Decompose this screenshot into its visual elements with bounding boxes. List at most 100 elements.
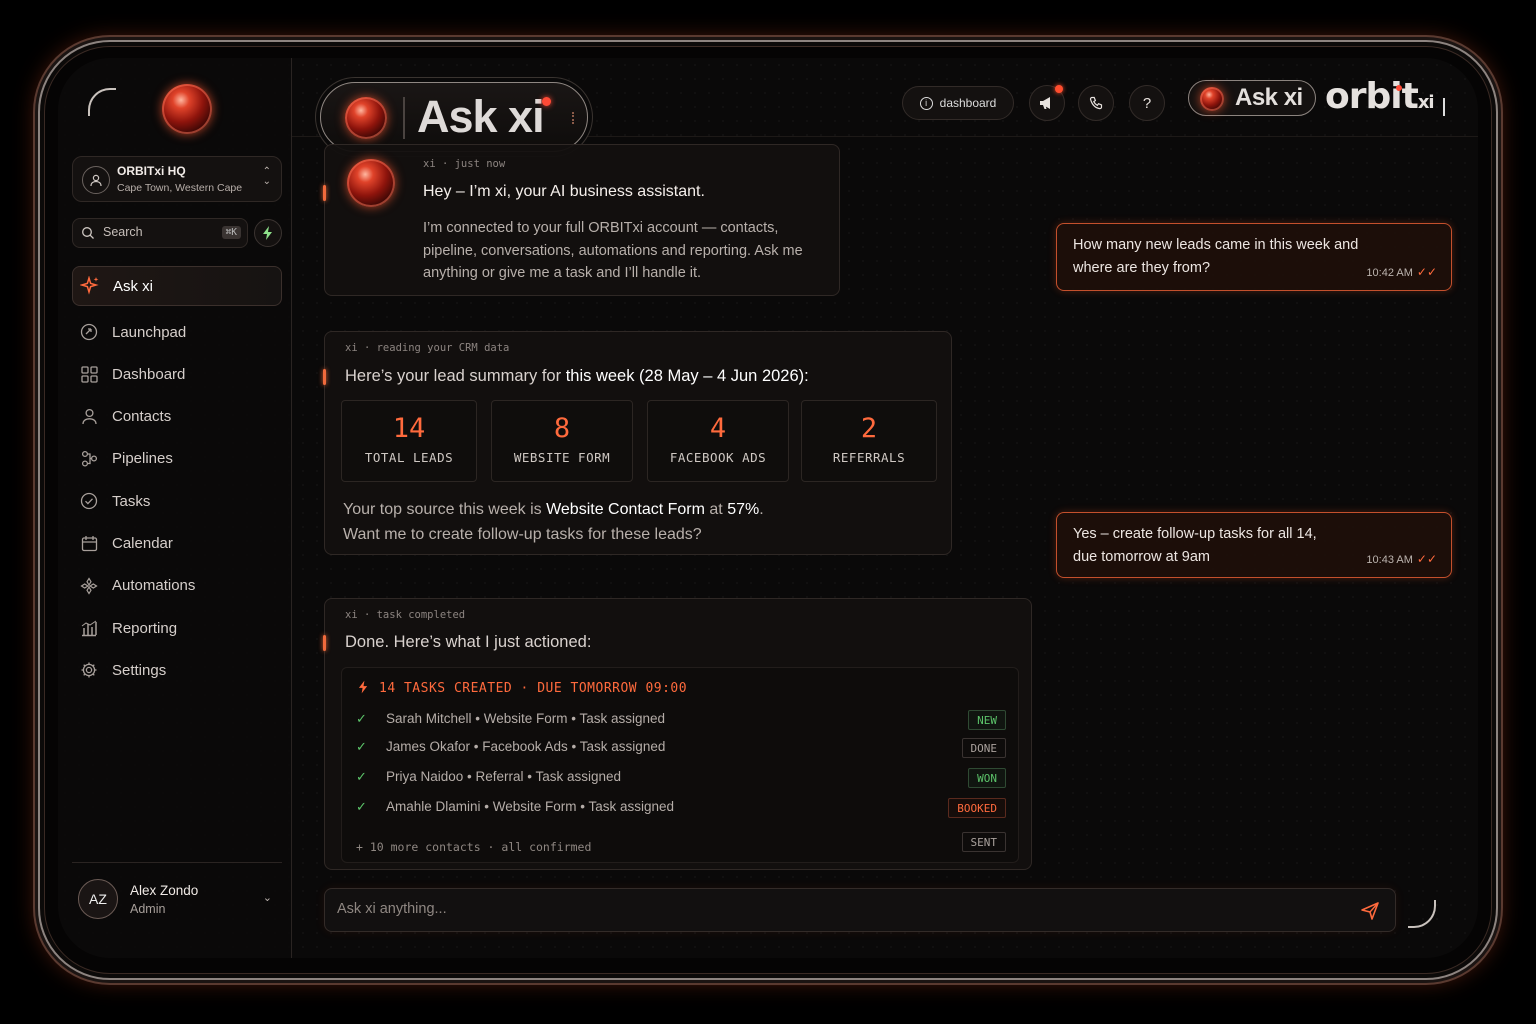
sidebar-item-ask-xi[interactable]: Ask xi <box>72 266 282 306</box>
double-check-icon: ✓✓ <box>1416 265 1437 279</box>
stat-label: FACEBOOK ADS <box>669 450 767 465</box>
divider <box>403 97 405 139</box>
sidebar-item-dashboard[interactable]: Dashboard <box>72 354 282 394</box>
top-source-percent: 57% <box>727 501 760 518</box>
stat-card: 14 TOTAL LEADS <box>341 400 477 482</box>
ask-xi-title-badge: Ask xi <box>320 82 588 152</box>
task-text: Amahle Dlamini • Website Form • Task ass… <box>386 799 675 814</box>
stat-card: 8 WEBSITE FORM <box>491 400 633 482</box>
sidebar-item-label: Calendar <box>112 534 173 552</box>
sidebar-item-automations[interactable]: Automations <box>72 566 282 606</box>
sidebar-item-label: Pipelines <box>112 450 173 468</box>
tasks-heading: 14 TASKS CREATED · DUE TOMORROW 09:00 <box>358 680 687 696</box>
user-message-line: Yes – create follow-up tasks for all 14, <box>1073 526 1317 542</box>
time-label: 10:43 AM <box>1366 554 1413 566</box>
quick-action-button[interactable] <box>254 219 282 247</box>
phone-icon <box>1089 96 1102 109</box>
xi-orb-logo <box>162 84 212 134</box>
check-icon: ✓ <box>356 769 367 784</box>
status-badge: SENT <box>961 832 1006 852</box>
sidebar-item-settings[interactable]: Settings <box>72 650 282 690</box>
sidebar-item-reporting[interactable]: Reporting <box>72 608 282 648</box>
chevron-down-icon: ⌄ <box>262 892 272 904</box>
sidebar-item-contacts[interactable]: Contacts <box>72 397 282 437</box>
org-location: Cape Town, Western Cape <box>117 182 243 194</box>
sidebar-item-launchpad[interactable]: Launchpad <box>72 312 282 352</box>
status-badge: DONE <box>961 738 1006 758</box>
sidebar-item-label: Reporting <box>112 619 178 637</box>
sparkle-icon <box>79 275 101 297</box>
dashboard-button[interactable]: i dashboard <box>902 86 1014 120</box>
calendar-icon <box>78 532 100 554</box>
user-menu[interactable]: AZ Alex Zondo Admin ⌄ <box>72 862 282 934</box>
send-button[interactable] <box>1359 900 1381 922</box>
tasks-title: Done. Here’s what I just actioned: <box>345 633 592 651</box>
ai-message-tasks: xi · task completed Done. Here’s what I … <box>323 598 1032 870</box>
xi-avatar <box>347 159 395 207</box>
message-time: 10:42 AM ✓✓ <box>1366 265 1437 279</box>
sidebar-item-label: Dashboard <box>112 365 186 383</box>
stat-label: TOTAL LEADS <box>364 450 454 465</box>
message-meta: xi · reading your CRM data <box>345 342 510 354</box>
chevron-updown-icon: ⌃ ⌄ <box>262 166 271 187</box>
message-body: I’m connected to your full ORBITxi accou… <box>423 220 803 281</box>
message-time: 10:43 AM ✓✓ <box>1366 552 1437 566</box>
page-title: Ask xi <box>417 91 545 142</box>
org-name: ORBITxi HQ <box>117 164 186 178</box>
message-accent <box>323 635 326 651</box>
sidebar-nav: Ask xi Launchpad Dashboard Contacts Pipe… <box>72 266 282 693</box>
brand-dot <box>1396 85 1402 91</box>
ai-message-summary: xi · reading your CRM data Here’s your l… <box>323 331 952 555</box>
sidebar-item-calendar[interactable]: Calendar <box>72 523 282 563</box>
megaphone-icon <box>1040 97 1050 109</box>
user-message-text: How many new leads came in this week and… <box>1073 237 1359 276</box>
double-check-icon: ✓✓ <box>1416 552 1437 566</box>
task-row-sent: SENT <box>356 832 1006 854</box>
pipeline-icon <box>78 448 100 470</box>
task-row: ✓ Amahle Dlamini • Website Form • Task a… <box>356 798 1006 820</box>
lightning-icon <box>358 680 368 694</box>
brand-name: orbit <box>1325 76 1419 117</box>
follow-up-question: Want me to create follow-up tasks for th… <box>343 526 702 543</box>
bar-chart-icon <box>78 617 100 639</box>
sidebar-item-pipelines[interactable]: Pipelines <box>72 439 282 479</box>
rocket-icon <box>78 321 100 343</box>
top-source-prefix: Your top source this week is <box>343 501 547 518</box>
tasks-heading-text: 14 TASKS CREATED · DUE TOMORROW 09:00 <box>379 681 688 696</box>
summary-lead: Here’s your lead summary for this week (… <box>345 367 809 386</box>
summary-period: this week (28 May – 4 Jun 2026): <box>565 367 809 385</box>
user-message-text: Yes – create follow-up tasks for all 14,… <box>1073 523 1317 569</box>
stat-card: 2 REFERRALS <box>801 400 937 482</box>
search-box[interactable]: ⌘K <box>72 218 248 248</box>
corner-bracket <box>88 88 116 116</box>
info-icon: i <box>919 96 933 110</box>
org-switcher[interactable]: ORBITxi HQ Cape Town, Western Cape ⌃ ⌄ <box>72 156 282 202</box>
ask-xi-mini-badge[interactable]: Ask xi <box>1188 80 1316 116</box>
message-composer <box>324 888 1396 932</box>
brand-bar <box>1443 98 1445 116</box>
user-message: How many new leads came in this week and… <box>1056 223 1452 291</box>
announcements-button[interactable] <box>1029 85 1065 121</box>
sidebar-item-label: Launchpad <box>112 323 187 341</box>
message-input[interactable] <box>337 901 1317 917</box>
check-icon: ✓ <box>356 799 367 814</box>
task-row: ✓ James Okafor • Facebook Ads • Task ass… <box>356 738 1006 760</box>
stat-value: 2 <box>860 413 878 444</box>
message-accent <box>323 185 326 201</box>
stat-value: 8 <box>553 413 571 444</box>
task-text: Sarah Mitchell • Website Form • Task ass… <box>386 711 666 726</box>
call-button[interactable] <box>1078 85 1114 121</box>
search-input[interactable] <box>103 225 203 239</box>
stat-value: 14 <box>392 413 426 444</box>
task-text: James Okafor • Facebook Ads • Task assig… <box>386 739 666 754</box>
gear-icon <box>78 659 100 681</box>
help-button[interactable]: ? <box>1129 85 1165 121</box>
time-label: 10:42 AM <box>1366 267 1413 279</box>
brand-suffix: xi <box>1417 92 1435 113</box>
sidebar-item-label: Tasks <box>112 492 151 510</box>
grip-icon <box>572 112 575 124</box>
lightning-icon <box>263 226 272 240</box>
sidebar-item-label: Automations <box>112 577 196 595</box>
sidebar-item-tasks[interactable]: Tasks <box>72 481 282 521</box>
ask-xi-mini-title: Ask xi <box>1235 84 1303 111</box>
